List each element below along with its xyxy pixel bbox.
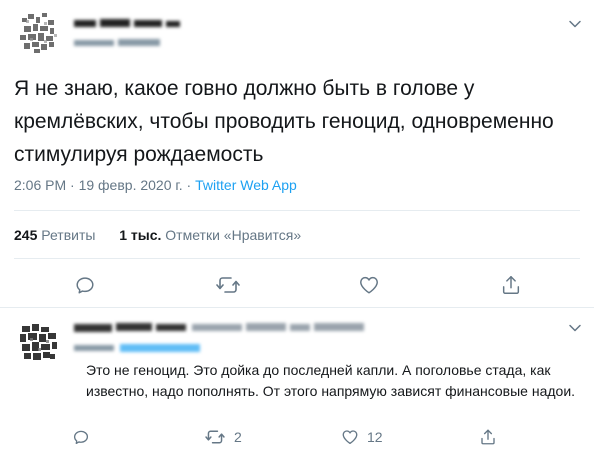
tweet-stats: 245 Ретвиты 1 тыс. Отметки «Нравится» [14, 227, 301, 243]
reply-author-name[interactable] [74, 320, 374, 341]
tweet-text: Я не знаю, какое говно должно быть в гол… [14, 77, 554, 166]
reply-reply-icon[interactable] [72, 428, 90, 446]
retweets-label: Ретвиты [41, 227, 96, 243]
likes-count: 1 тыс. [119, 227, 162, 243]
tweet-menu-chevron-down-icon[interactable] [565, 14, 585, 34]
heart-icon[interactable] [358, 274, 380, 296]
divider [0, 307, 594, 308]
reply-text: Это не геноцид. Это дойка до последней к… [86, 362, 576, 399]
reply-like-button[interactable]: 12 [341, 428, 383, 446]
reply-menu-chevron-down-icon[interactable] [565, 318, 585, 338]
likes-label: Отметки «Нравится» [165, 227, 302, 243]
share-icon[interactable] [500, 274, 522, 296]
retweets-count: 245 [14, 227, 38, 243]
divider [14, 210, 580, 211]
retweet-icon[interactable] [216, 274, 240, 296]
reply-author-avatar[interactable] [14, 318, 64, 368]
reply-author-handle[interactable] [74, 341, 214, 360]
author-name[interactable] [74, 16, 184, 37]
reply-heart-icon [341, 428, 359, 446]
author-handle[interactable] [74, 36, 164, 54]
retweets-stat[interactable]: 245 Ретвиты [14, 227, 95, 243]
reply-like-count: 12 [367, 429, 383, 445]
tweet-timestamp: 2:06 PM · 19 февр. 2020 г. · Twitter Web… [14, 177, 297, 193]
tweet-source-link[interactable]: Twitter Web App [195, 177, 297, 193]
tweet-time[interactable]: 2:06 PM · 19 февр. 2020 г. · [14, 177, 195, 193]
author-avatar[interactable] [14, 8, 64, 58]
reply-share-icon[interactable] [479, 428, 497, 446]
reply-icon[interactable] [74, 274, 96, 296]
reply-retweet-count: 2 [234, 429, 242, 445]
reply-retweet-icon [204, 428, 226, 446]
reply-retweet-button[interactable]: 2 [204, 428, 242, 446]
likes-stat[interactable]: 1 тыс. Отметки «Нравится» [119, 227, 301, 243]
divider [14, 258, 580, 259]
